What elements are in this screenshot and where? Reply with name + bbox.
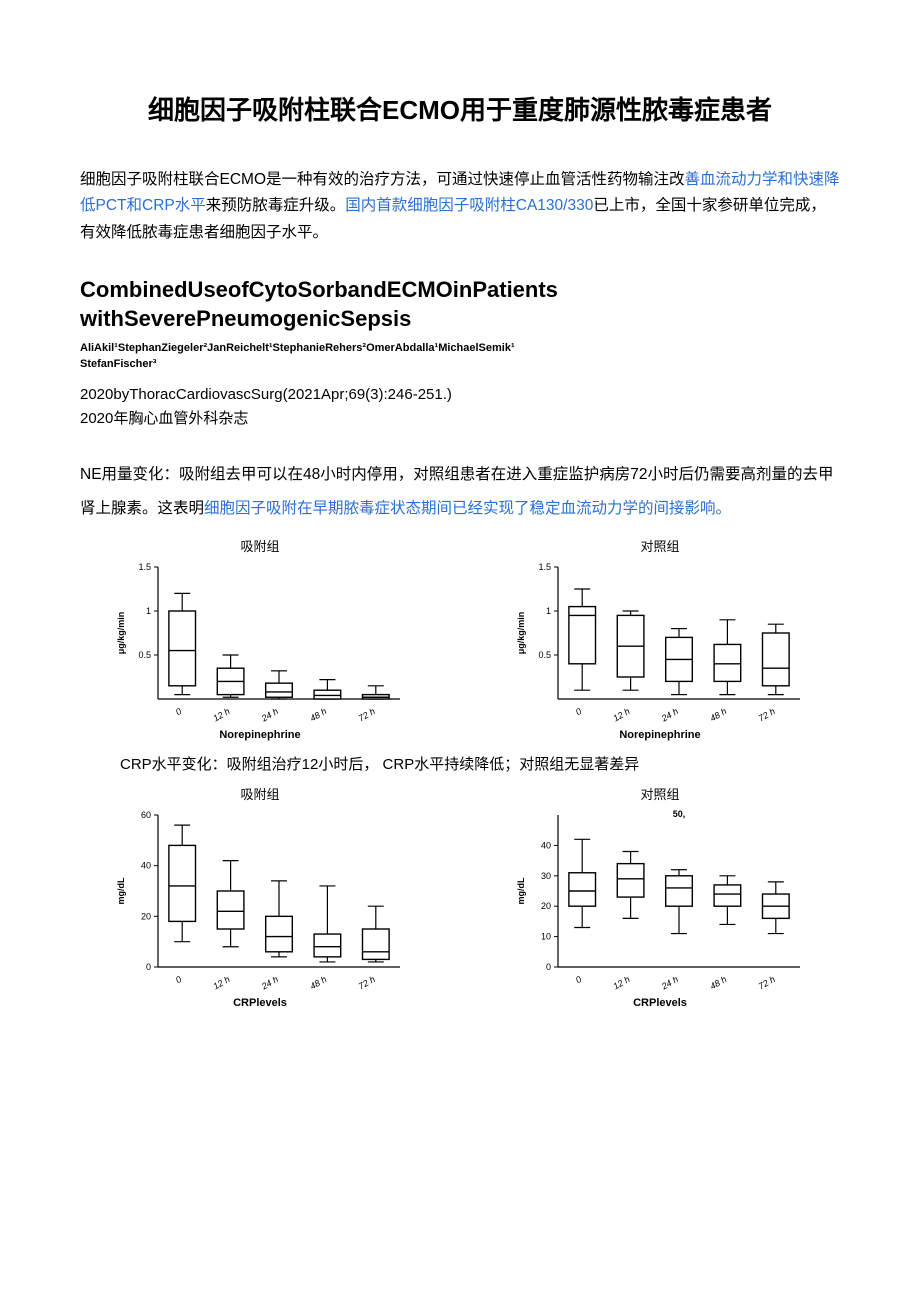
svg-text:24 h: 24 h — [259, 706, 280, 724]
svg-text:0.5: 0.5 — [138, 650, 151, 660]
authors-line-1: AliAkil¹StephanZiegeler²JanReichelt¹Step… — [80, 342, 515, 354]
ne-adsorb-xlabel: Norepinephrine — [80, 729, 440, 741]
svg-text:1.5: 1.5 — [138, 562, 151, 572]
page-title: 细胞因子吸附柱联合ECMO用于重度肺源性脓毒症患者 — [80, 90, 840, 127]
ne-adsorb-label: 吸附组 — [80, 536, 440, 555]
crp-adsorb-xlabel: CRPlevels — [80, 997, 440, 1009]
svg-text:40: 40 — [141, 861, 151, 871]
crp-caption: CRP水平变化：吸附组治疗12小时后， CRP水平持续降低；对照组无显著差异 — [120, 753, 840, 774]
crp-control-cell: 对照组 0 10 20 30 40 mg/dL 50, 0 12 h 24 h 48 h 72 h C… — [480, 784, 840, 1009]
svg-text:48 h: 48 h — [708, 974, 728, 991]
svg-text:48 h: 48 h — [708, 706, 728, 723]
crp-control-xlabel: CRPlevels — [480, 997, 840, 1009]
svg-text:24 h: 24 h — [259, 974, 280, 992]
svg-text:0: 0 — [574, 974, 583, 985]
svg-text:mg/dL: mg/dL — [516, 877, 526, 904]
crp-control-label: 对照组 — [480, 784, 840, 803]
svg-text:1: 1 — [546, 606, 551, 616]
subtitle-line-2: withSeverePneumogenicSepsis — [80, 306, 411, 331]
svg-text:1.5: 1.5 — [538, 562, 551, 572]
crp-adsorb-cell: 吸附组 0 20 40 60 mg/dL 0 12 h 24 h 48 h 72 h CRPlev… — [80, 784, 440, 1009]
intro-paragraph: 细胞因子吸附柱联合ECMO是一种有效的治疗方法，可通过快速停止血管活性药物输注改… — [80, 167, 840, 246]
svg-text:12 h: 12 h — [611, 974, 631, 991]
svg-text:72 h: 72 h — [757, 706, 777, 723]
svg-text:48 h: 48 h — [308, 974, 328, 991]
svg-text:60: 60 — [141, 810, 151, 820]
svg-text:0: 0 — [146, 962, 151, 972]
intro-highlight-2: 国内首款细胞因子吸附柱CA130/330 — [345, 197, 593, 214]
svg-text:0.5: 0.5 — [538, 650, 551, 660]
svg-text:0: 0 — [174, 706, 183, 717]
svg-text:1: 1 — [146, 606, 151, 616]
ne-paragraph: NE用量变化：吸附组去甲可以在48小时内停用，对照组患者在进入重症监护病房72小… — [80, 458, 840, 526]
authors: AliAkil¹StephanZiegeler²JanReichelt¹Step… — [80, 341, 840, 372]
intro-text-1: 细胞因子吸附柱联合ECMO是一种有效的治疗方法，可通过快速停止血管活性药物输注改 — [80, 171, 685, 188]
ne-adsorb-cell: 吸附组 0.5 1 1.5 μg/kg/min 0 12 h 24 h 48 h 72 h No… — [80, 536, 440, 741]
authors-line-2: StefanFischer³ — [80, 358, 156, 370]
svg-text:72 h: 72 h — [357, 974, 377, 991]
crp-adsorb-label: 吸附组 — [80, 784, 440, 803]
svg-text:40: 40 — [541, 841, 551, 851]
svg-text:20: 20 — [541, 901, 551, 911]
crp-chart-row: 吸附组 0 20 40 60 mg/dL 0 12 h 24 h 48 h 72 h CRPlev… — [80, 784, 840, 1009]
ne-control-xlabel: Norepinephrine — [480, 729, 840, 741]
intro-text-2: 来预防脓毒症升级。 — [206, 197, 346, 214]
svg-text:72 h: 72 h — [357, 706, 377, 723]
svg-text:10: 10 — [541, 932, 551, 942]
svg-text:24 h: 24 h — [659, 974, 680, 992]
ne-adsorb-boxplot: 0.5 1 1.5 μg/kg/min 0 12 h 24 h 48 h 72 h — [110, 557, 410, 727]
citation-zh: 2020年胸心血管外科杂志 — [80, 407, 840, 428]
crp-adsorb-boxplot: 0 20 40 60 mg/dL 0 12 h 24 h 48 h 72 h — [110, 805, 410, 995]
svg-text:30: 30 — [541, 871, 551, 881]
subtitle-line-1: CombinedUseofCytoSorbandECMOinPatients — [80, 277, 558, 302]
ne-control-cell: 对照组 0.5 1 1.5 μg/kg/min 0 12 h 24 h 48 h 72 h No… — [480, 536, 840, 741]
svg-text:0: 0 — [174, 974, 183, 985]
svg-text:μg/kg/min: μg/kg/min — [516, 612, 526, 655]
svg-text:24 h: 24 h — [659, 706, 680, 724]
svg-text:mg/dL: mg/dL — [116, 877, 126, 904]
ne-control-boxplot: 0.5 1 1.5 μg/kg/min 0 12 h 24 h 48 h 72 h — [510, 557, 810, 727]
svg-text:72 h: 72 h — [757, 974, 777, 991]
svg-text:50,: 50, — [673, 809, 686, 819]
svg-text:0: 0 — [574, 706, 583, 717]
svg-text:μg/kg/min: μg/kg/min — [116, 612, 126, 655]
svg-text:0: 0 — [546, 962, 551, 972]
paper-subtitle: CombinedUseofCytoSorbandECMOinPatients w… — [80, 276, 840, 333]
svg-text:48 h: 48 h — [308, 706, 328, 723]
crp-control-boxplot: 0 10 20 30 40 mg/dL 50, 0 12 h 24 h 48 h 72 h — [510, 805, 810, 995]
ne-highlight: 细胞因子吸附在早期脓毒症状态期间已经实现了稳定血流动力学的间接影响。 — [204, 500, 731, 517]
citation-en: 2020byThoracCardiovascSurg(2021Apr;69(3)… — [80, 386, 840, 403]
svg-text:12 h: 12 h — [211, 974, 231, 991]
ne-chart-row: 吸附组 0.5 1 1.5 μg/kg/min 0 12 h 24 h 48 h 72 h No… — [80, 536, 840, 741]
ne-control-label: 对照组 — [480, 536, 840, 555]
svg-text:20: 20 — [141, 912, 151, 922]
svg-text:12 h: 12 h — [611, 706, 631, 723]
svg-text:12 h: 12 h — [211, 706, 231, 723]
